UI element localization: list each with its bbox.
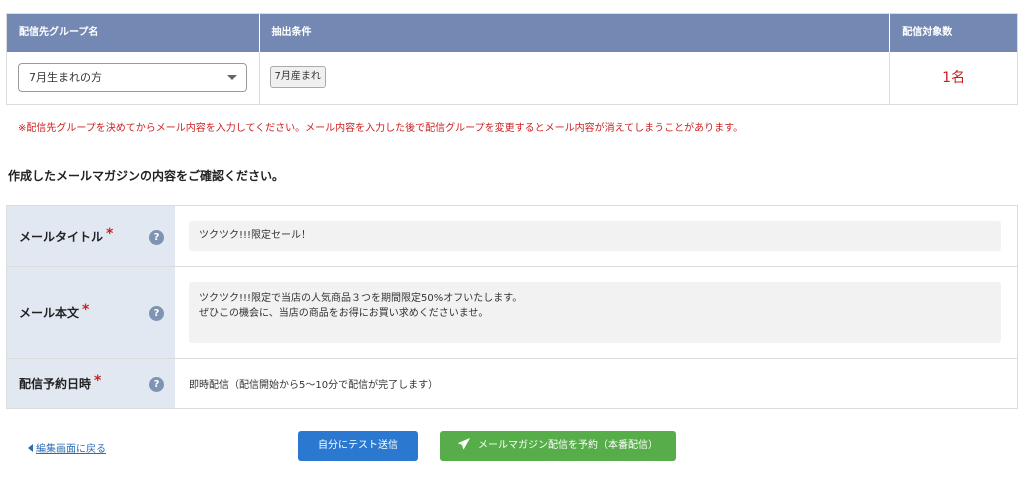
- send-button-label: メールマガジン配信を予約（本番配信）: [478, 440, 658, 451]
- delivery-group-table: 配信先グループ名 抽出条件 配信対象数 7月生まれの方 7月産まれ 1名: [6, 13, 1018, 105]
- schedule-value: 即時配信（配信開始から5〜10分で配信が完了します）: [189, 380, 439, 391]
- test-send-button[interactable]: 自分にテスト送信: [298, 431, 418, 461]
- mail-title-label: メールタイトル *: [19, 226, 114, 244]
- row-mail-title: メールタイトル * ? ツクツク!!!限定セール！: [7, 206, 1017, 267]
- value-cell-schedule: 即時配信（配信開始から5〜10分で配信が完了します）: [175, 359, 1017, 408]
- label-cell-mail-title: メールタイトル * ?: [7, 206, 175, 266]
- header-condition: 抽出条件: [260, 14, 891, 52]
- schedule-label: 配信予約日時 *: [19, 373, 102, 391]
- required-mark: *: [106, 226, 114, 242]
- condition-tag: 7月産まれ: [269, 66, 326, 88]
- group-select-cell: 7月生まれの方: [7, 52, 260, 104]
- mail-body-line: ツクツク!!!限定で当店の人気商品３つを期間限定50%オフいたします。: [199, 293, 523, 304]
- back-to-edit-link[interactable]: 編集画面に戻る: [28, 440, 106, 455]
- section-title: 作成したメールマガジンの内容をご確認ください。: [8, 169, 285, 183]
- group-select-value: 7月生まれの方: [29, 71, 102, 84]
- label-cell-mail-body: メール本文 * ?: [7, 267, 175, 358]
- count-cell: 1名: [890, 52, 1017, 104]
- value-cell-mail-body: ツクツク!!!限定で当店の人気商品３つを期間限定50%オフいたします。 ぜひこの…: [175, 267, 1017, 358]
- target-count: 1名: [942, 70, 966, 86]
- help-icon[interactable]: ?: [149, 377, 164, 392]
- required-mark: *: [82, 302, 90, 318]
- row-mail-body: メール本文 * ? ツクツク!!!限定で当店の人気商品３つを期間限定50%オフいた…: [7, 267, 1017, 359]
- chevron-down-icon: [227, 75, 237, 80]
- back-link-label: 編集画面に戻る: [36, 444, 106, 455]
- paper-plane-icon: [458, 438, 470, 450]
- caret-left-icon: [28, 444, 33, 452]
- group-select[interactable]: 7月生まれの方: [18, 63, 247, 92]
- confirm-table: メールタイトル * ? ツクツク!!!限定セール！ メール本文 * ? ツクツク!!…: [6, 205, 1018, 409]
- mail-title-value: ツクツク!!!限定セール！: [189, 221, 1001, 251]
- help-icon[interactable]: ?: [149, 306, 164, 321]
- label-cell-schedule: 配信予約日時 * ?: [7, 359, 175, 408]
- group-table-row: 7月生まれの方 7月産まれ 1名: [7, 52, 1017, 104]
- mail-body-label: メール本文 *: [19, 302, 90, 320]
- value-cell-mail-title: ツクツク!!!限定セール！: [175, 206, 1017, 266]
- condition-cell: 7月産まれ: [260, 52, 891, 104]
- help-icon[interactable]: ?: [149, 230, 164, 245]
- mail-body-line: ぜひこの機会に、当店の商品をお得にお買い求めくださいませ。: [199, 308, 489, 319]
- header-target-count: 配信対象数: [902, 27, 953, 38]
- header-group-name: 配信先グループ名: [7, 14, 260, 52]
- group-table-header: 配信先グループ名 抽出条件 配信対象数: [7, 14, 1017, 52]
- row-schedule: 配信予約日時 * ? 即時配信（配信開始から5〜10分で配信が完了します）: [7, 359, 1017, 408]
- mail-body-value: ツクツク!!!限定で当店の人気商品３つを期間限定50%オフいたします。 ぜひこの…: [189, 282, 1001, 343]
- required-mark: *: [94, 373, 102, 389]
- schedule-send-button[interactable]: メールマガジン配信を予約（本番配信）: [440, 431, 676, 461]
- warning-message: ※配信先グループを決めてからメール内容を入力してください。メール内容を入力した後…: [18, 123, 744, 134]
